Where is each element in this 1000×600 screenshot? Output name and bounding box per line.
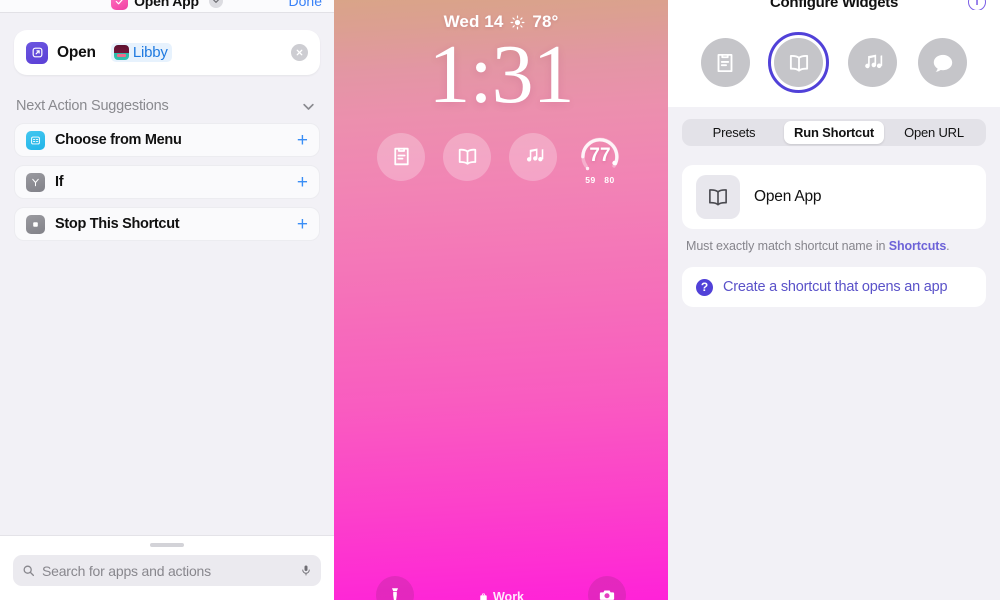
add-action-button[interactable]: + bbox=[297, 215, 308, 234]
action-verb: Open bbox=[57, 43, 96, 61]
camera-button[interactable] bbox=[588, 576, 626, 600]
done-button[interactable]: Done bbox=[289, 0, 322, 9]
configure-widgets-header: Configure Widgets i bbox=[668, 0, 1000, 107]
shortcuts-navbar: Open App Done bbox=[0, 0, 334, 13]
shortcut-title-group[interactable]: Open App bbox=[12, 0, 322, 10]
gauge-low: 59 bbox=[585, 174, 596, 185]
focus-status[interactable]: Work bbox=[478, 590, 524, 600]
suggestion-choose-from-menu[interactable]: Choose from Menu + bbox=[14, 123, 320, 157]
shortcuts-body: Open Libby Next Action Suggestions Choos… bbox=[0, 13, 334, 535]
libby-app-icon bbox=[113, 45, 129, 60]
search-input[interactable]: Search for apps and actions bbox=[13, 555, 321, 586]
notes-icon bbox=[393, 147, 409, 166]
book-icon bbox=[696, 175, 740, 219]
slot-book[interactable] bbox=[768, 32, 830, 93]
stop-shortcut-icon bbox=[26, 214, 45, 234]
question-mark-icon: ? bbox=[696, 278, 713, 296]
add-action-button[interactable]: + bbox=[297, 131, 308, 150]
chevron-down-icon[interactable] bbox=[301, 99, 316, 114]
shortcut-name-card[interactable]: Open App bbox=[682, 165, 986, 229]
clear-x-icon[interactable] bbox=[291, 44, 308, 61]
tab-open-url[interactable]: Open URL bbox=[884, 121, 984, 144]
suggestion-if[interactable]: If + bbox=[14, 165, 320, 199]
search-placeholder: Search for apps and actions bbox=[42, 562, 211, 579]
gauge-high: 80 bbox=[604, 174, 615, 185]
lock-screen-clock: 1:31 bbox=[428, 28, 574, 121]
open-app-icon bbox=[26, 41, 48, 64]
screenshot-root: Open App Done Open Libby Next Action Sug… bbox=[0, 0, 1000, 600]
hint-suffix: . bbox=[946, 239, 950, 253]
shortcuts-editor-panel: Open App Done Open Libby Next Action Sug… bbox=[0, 0, 334, 600]
tab-presets[interactable]: Presets bbox=[684, 121, 784, 144]
flashlight-button[interactable] bbox=[376, 576, 414, 600]
shortcut-title: Open App bbox=[134, 0, 199, 9]
widget-type-segmented-control: Presets Run Shortcut Open URL bbox=[682, 119, 986, 146]
search-drawer: Search for apps and actions bbox=[0, 535, 334, 600]
shortcuts-link[interactable]: Shortcuts bbox=[889, 239, 947, 253]
suggestion-label: Choose from Menu bbox=[55, 132, 182, 148]
suggestions-list: Choose from Menu + If + Stop This Shortc… bbox=[14, 123, 320, 241]
slot-notes[interactable] bbox=[698, 35, 753, 90]
music-notes-icon bbox=[865, 54, 883, 68]
widget-slot-row bbox=[668, 20, 1000, 93]
if-icon bbox=[26, 172, 45, 192]
suggestion-label: If bbox=[55, 174, 64, 190]
music-notes-icon bbox=[526, 148, 543, 162]
book-icon bbox=[789, 54, 808, 72]
shortcut-name-value: Open App bbox=[754, 188, 822, 205]
suggestion-stop-this-shortcut[interactable]: Stop This Shortcut + bbox=[14, 207, 320, 241]
next-action-suggestions-header[interactable]: Next Action Suggestions bbox=[14, 96, 320, 116]
suggestions-label: Next Action Suggestions bbox=[16, 98, 169, 114]
gauge-range: 59 80 bbox=[575, 175, 625, 185]
lock-screen-panel: Wed 14 78° 1:31 77 59 80 Work bbox=[334, 0, 668, 600]
configure-widgets-body: Presets Run Shortcut Open URL Open App M… bbox=[668, 107, 1000, 600]
open-app-action-card[interactable]: Open Libby bbox=[14, 30, 320, 75]
drawer-grabber[interactable] bbox=[150, 543, 184, 547]
create-shortcut-label: Create a shortcut that opens an app bbox=[723, 279, 948, 295]
flashlight-icon bbox=[392, 588, 398, 600]
slot-music[interactable] bbox=[845, 35, 900, 90]
hint-prefix: Must exactly match shortcut name in bbox=[686, 239, 889, 253]
camera-icon bbox=[599, 590, 615, 600]
briefcase-icon bbox=[480, 592, 487, 600]
slot-messages[interactable] bbox=[915, 35, 970, 90]
choose-from-menu-icon bbox=[26, 130, 45, 150]
add-action-button[interactable]: + bbox=[297, 173, 308, 192]
action-parameter-label: Libby bbox=[132, 44, 168, 61]
create-shortcut-help-row[interactable]: ? Create a shortcut that opens an app bbox=[682, 267, 986, 307]
lock-screen-widget-row: 77 59 80 bbox=[334, 132, 668, 185]
music-widget[interactable] bbox=[509, 132, 557, 181]
chevron-down-icon[interactable] bbox=[208, 0, 223, 8]
lock-screen-bottom-bar: Work bbox=[334, 558, 668, 600]
shortcuts-app-icon bbox=[111, 0, 129, 10]
book-widget[interactable] bbox=[443, 132, 491, 181]
microphone-icon[interactable] bbox=[300, 563, 312, 578]
configure-widgets-panel: Configure Widgets i Presets Run Shortcut… bbox=[668, 0, 1000, 600]
action-parameter-token[interactable]: Libby bbox=[110, 43, 172, 62]
shortcut-name-hint: Must exactly match shortcut name in Shor… bbox=[686, 239, 982, 253]
suggestion-label: Stop This Shortcut bbox=[55, 216, 180, 232]
search-icon bbox=[23, 565, 35, 577]
notes-icon bbox=[717, 53, 733, 72]
page-title: Configure Widgets bbox=[769, 0, 899, 10]
weather-gauge-widget[interactable]: 77 59 80 bbox=[575, 132, 625, 185]
book-icon bbox=[458, 148, 476, 165]
chat-bubble-icon bbox=[933, 54, 952, 72]
focus-label: Work bbox=[492, 590, 525, 600]
notes-widget[interactable] bbox=[377, 132, 425, 181]
tab-run-shortcut[interactable]: Run Shortcut bbox=[784, 121, 884, 144]
